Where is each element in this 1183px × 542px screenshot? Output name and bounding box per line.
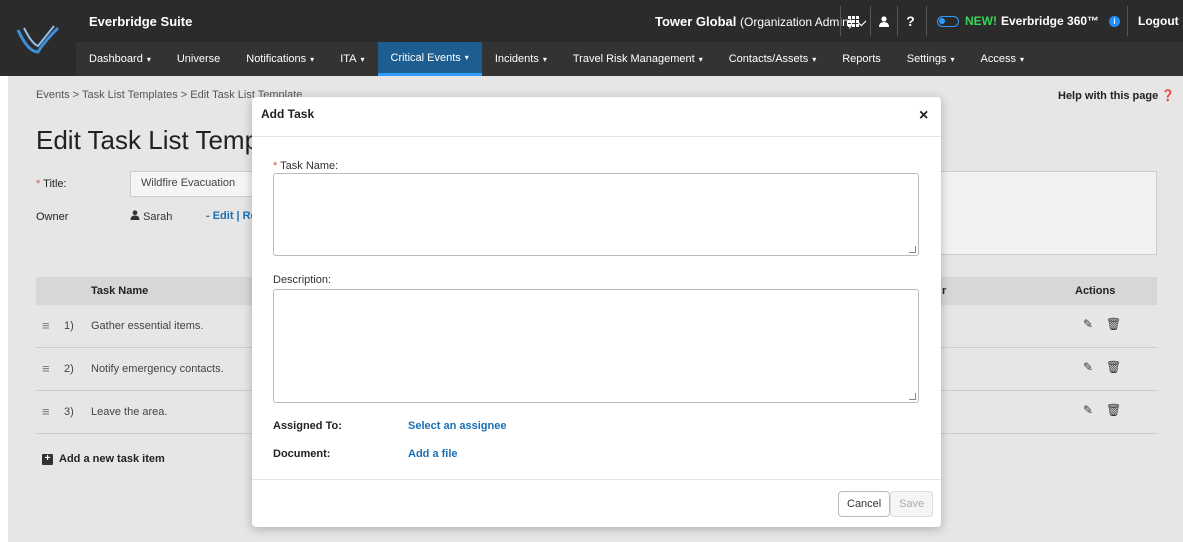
user-icon [878, 15, 889, 27]
user-profile-button[interactable] [870, 6, 896, 36]
pencil-icon[interactable]: ✎ [1083, 317, 1093, 331]
modal-footer: Cancel Save [252, 479, 941, 527]
select-assignee-link[interactable]: Select an assignee [408, 420, 506, 432]
question-circle-icon: ❓ [1161, 90, 1175, 102]
nav-item-notifications[interactable]: Notifications ▾ [233, 42, 327, 76]
nav-label: Universe [176, 53, 221, 65]
nav-label: Settings [906, 53, 947, 65]
row-number: 3) [64, 406, 74, 418]
help-page-label: Help with this page [1058, 90, 1159, 102]
nav-item-incidents[interactable]: Incidents ▾ [482, 42, 560, 76]
page-title: Edit Task List Temp [36, 125, 260, 155]
nav-label: Access [980, 53, 1016, 65]
owner-edit-links[interactable]: - Edit | Re [206, 210, 257, 222]
trash-icon[interactable]: 🗑︎ [1106, 317, 1121, 331]
col-actions: Actions [1075, 285, 1116, 297]
cancel-button[interactable]: Cancel [838, 491, 891, 517]
nav-item-ita[interactable]: ITA ▾ [327, 42, 377, 76]
chevron-down-icon: ▾ [698, 54, 703, 64]
chevron-down-icon: ▾ [464, 53, 469, 62]
nav-label: ITA [340, 53, 357, 65]
owner-label: Owner [36, 211, 69, 223]
document-label: Document: [273, 448, 331, 460]
nav-label: Dashboard [89, 53, 143, 65]
col-task-name: Task Name [91, 285, 149, 297]
description-label: Description: [273, 274, 332, 286]
drag-handle-icon[interactable]: ≡ [42, 361, 50, 376]
task-name: Gather essential items. [91, 320, 204, 332]
chevron-down-icon: ▾ [812, 54, 817, 64]
row-number: 1) [64, 320, 74, 332]
nav-label: Contacts/Assets [728, 53, 809, 65]
apps-grid-button[interactable] [840, 6, 866, 36]
add-task-modal: Add Task × * Task Name: Description: Ass… [252, 97, 941, 527]
trash-icon[interactable]: 🗑︎ [1106, 403, 1121, 417]
help-icon: ? [906, 13, 915, 29]
help-with-page-link[interactable]: Help with this page ❓ [1058, 89, 1175, 102]
nav-item-settings[interactable]: Settings ▾ [894, 42, 968, 76]
nav-label: Critical Events [390, 51, 461, 64]
main-nav: Dashboard ▾ Universe Notifications ▾ ITA ▾ Crit… [76, 42, 1183, 76]
chevron-down-icon: ▾ [542, 54, 547, 64]
nav-item-contacts-assets[interactable]: Contacts/Assets ▾ [716, 42, 830, 76]
chevron-down-icon: ▾ [146, 54, 151, 64]
save-button[interactable]: Save [890, 491, 934, 517]
title-field[interactable]: Wildfire Evacuation [130, 171, 260, 197]
description-box[interactable] [930, 171, 1157, 255]
info-icon[interactable]: i [1109, 15, 1121, 27]
resize-handle[interactable] [909, 246, 916, 253]
col-partial: r [942, 285, 947, 297]
chevron-down-icon: ▾ [310, 54, 315, 64]
nav-item-dashboard[interactable]: Dashboard ▾ [76, 42, 164, 76]
nav-item-reports[interactable]: Reports [829, 42, 894, 76]
row-number: 2) [64, 363, 74, 375]
everbridge-logo-icon[interactable] [14, 22, 62, 58]
logout-link[interactable]: Logout [1138, 14, 1179, 28]
modal-header: Add Task × [252, 97, 941, 137]
task-name-field[interactable] [273, 173, 919, 256]
chevron-down-icon: ▾ [950, 54, 955, 64]
toggle-icon[interactable] [937, 15, 959, 27]
e360-label: Everbridge 360™ [1001, 14, 1100, 28]
add-task-item-button[interactable]: + Add a new task item [42, 453, 165, 465]
nav-label: Notifications [246, 53, 307, 65]
task-name: Leave the area. [91, 406, 168, 418]
resize-handle[interactable] [909, 393, 916, 400]
user-icon [130, 210, 140, 220]
drag-handle-icon[interactable]: ≡ [42, 318, 50, 333]
title-label: * Title: [36, 178, 67, 190]
nav-label: Reports [842, 53, 881, 65]
left-edge [0, 76, 8, 542]
trash-icon[interactable]: 🗑︎ [1106, 360, 1121, 374]
apps-grid-icon [848, 15, 859, 27]
task-name-label: * Task Name: [273, 160, 339, 172]
org-role: (Organization Admin) [740, 15, 853, 29]
owner-value: Sarah [130, 210, 172, 223]
add-task-item-label: Add a new task item [59, 453, 165, 465]
assigned-to-label: Assigned To: [273, 420, 342, 432]
everbridge-360-toggle[interactable]: NEW! Everbridge 360™ i [926, 6, 1128, 36]
pencil-icon[interactable]: ✎ [1083, 403, 1093, 417]
description-field[interactable] [273, 289, 919, 403]
org-name: Tower Global [655, 14, 737, 29]
pencil-icon[interactable]: ✎ [1083, 360, 1093, 374]
nav-item-critical-events[interactable]: Critical Events ▾ [377, 42, 482, 76]
org-switcher[interactable]: Tower Global (Organization Admin) ⌵ [655, 14, 866, 30]
nav-item-travel-risk-management[interactable]: Travel Risk Management ▾ [560, 42, 716, 76]
close-icon[interactable]: × [919, 107, 928, 125]
chevron-down-icon: ▾ [360, 54, 365, 64]
nav-item-universe[interactable]: Universe [164, 42, 233, 76]
task-name: Notify emergency contacts. [91, 363, 224, 375]
modal-title: Add Task [261, 107, 315, 121]
new-badge: NEW! [965, 14, 997, 28]
drag-handle-icon[interactable]: ≡ [42, 404, 50, 419]
nav-item-access[interactable]: Access ▾ [968, 42, 1037, 76]
nav-label: Travel Risk Management [572, 53, 695, 65]
suite-title: Everbridge Suite [89, 14, 193, 29]
nav-label: Incidents [494, 53, 539, 65]
plus-icon: + [42, 453, 53, 465]
chevron-down-icon: ▾ [1020, 54, 1025, 64]
add-file-link[interactable]: Add a file [408, 448, 458, 460]
help-button[interactable]: ? [897, 6, 923, 36]
